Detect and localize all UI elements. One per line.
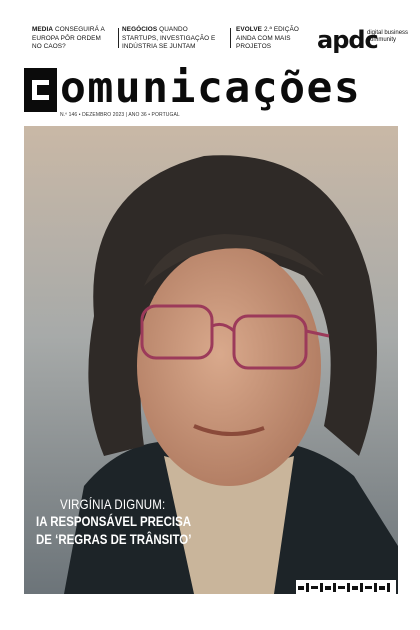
divider xyxy=(118,28,119,48)
teaser-media[interactable]: MEDIA CONSEGUIRÁ A EUROPA PÔR ORDEM NO C… xyxy=(32,26,112,52)
teaser-negocios[interactable]: NEGÓCIOS QUANDO STARTUPS, INVESTIGAÇÃO E… xyxy=(122,26,222,52)
c-glyph-icon xyxy=(32,80,49,100)
masthead-title: omunicações xyxy=(60,63,362,113)
headline-line: IA RESPONSÁVEL PRECISA xyxy=(36,513,192,529)
teaser-section: MEDIA xyxy=(32,26,54,33)
cover-headline[interactable]: VIRGÍNIA DIGNUM: IA RESPONSÁVEL PRECISA … xyxy=(36,496,256,548)
divider xyxy=(230,28,231,48)
teaser-section: EVOLVE xyxy=(236,26,263,33)
teaser-evolve[interactable]: EVOLVE 2.ª EDIÇÃO AINDA COM MAIS PROJETO… xyxy=(236,26,320,52)
headline-line: DE ‘REGRAS DE TRÂNSITO’ xyxy=(36,531,192,547)
masthead: omunicações xyxy=(24,64,400,112)
apdc-tagline: digital business community xyxy=(367,30,409,43)
barcode xyxy=(296,580,396,594)
barcode-icon xyxy=(298,583,390,592)
issue-line: N.º 146 • DEZEMBRO 2023 | ANO 36 • PORTU… xyxy=(60,112,180,118)
teaser-section: NEGÓCIOS xyxy=(122,26,158,33)
masthead-c-block xyxy=(24,68,57,112)
headline-name: VIRGÍNIA DIGNUM: xyxy=(60,496,166,512)
